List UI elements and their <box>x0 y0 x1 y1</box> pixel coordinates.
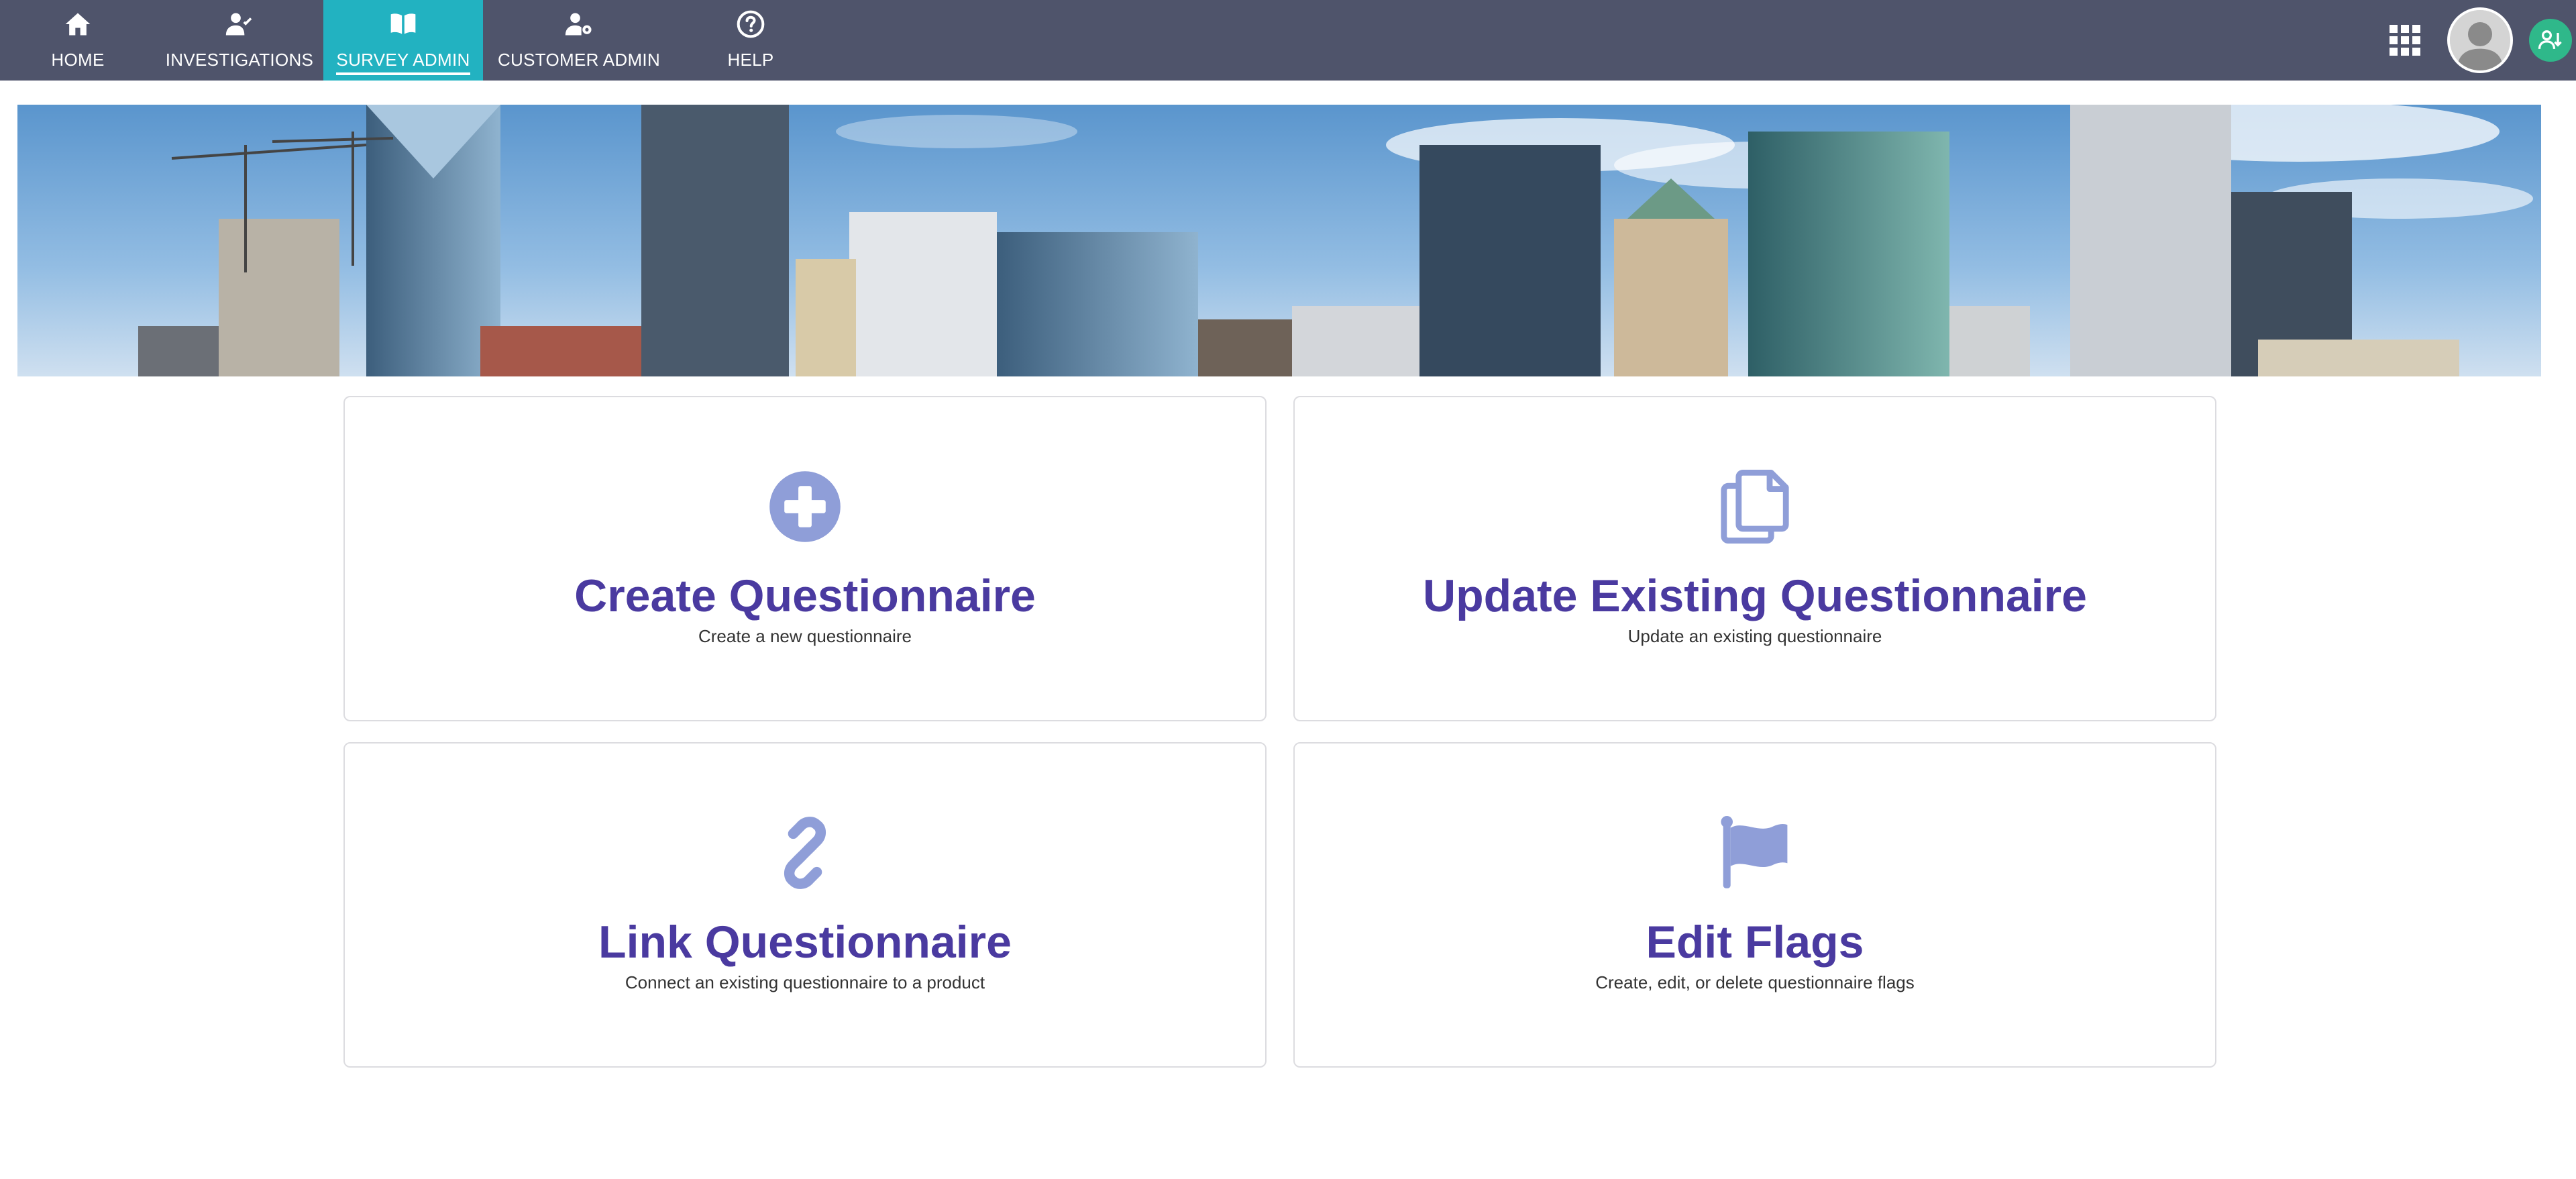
nav-item-help[interactable]: HELP <box>675 0 826 81</box>
link-questionnaire-card[interactable]: Link Questionnaire Connect an existing q… <box>343 742 1267 1068</box>
card-title: Update Existing Questionnaire <box>1423 570 2087 621</box>
city-skyline-banner <box>17 105 2541 376</box>
header-actions <box>2390 0 2576 81</box>
main-nav: HOME INVESTIGATIONS SURVEY ADMIN CUSTOME… <box>0 0 826 81</box>
nav-item-label: CUSTOMER ADMIN <box>497 50 661 70</box>
nav-item-label: SURVEY ADMIN <box>336 50 470 75</box>
admin-actions: Create Questionnaire Create a new questi… <box>343 396 2216 1068</box>
home-icon <box>62 8 94 40</box>
card-subtitle: Create, edit, or delete questionnaire fl… <box>1595 972 1915 992</box>
edit-flags-card[interactable]: Edit Flags Create, edit, or delete quest… <box>1293 742 2216 1068</box>
card-subtitle: Update an existing questionnaire <box>1627 626 1882 646</box>
user-check-icon <box>223 8 256 40</box>
link-icon <box>345 816 1265 890</box>
nav-item-survey-admin[interactable]: SURVEY ADMIN <box>323 0 483 81</box>
nav-item-customer-admin[interactable]: CUSTOMER ADMIN <box>483 0 675 81</box>
card-subtitle: Connect an existing questionnaire to a p… <box>625 972 985 992</box>
nav-item-home[interactable]: HOME <box>0 0 156 81</box>
nav-item-label: HELP <box>727 50 774 70</box>
update-questionnaire-card[interactable]: Update Existing Questionnaire Update an … <box>1293 396 2216 721</box>
grid-icon[interactable] <box>2390 25 2420 56</box>
top-navigation-bar: HOME INVESTIGATIONS SURVEY ADMIN CUSTOME… <box>0 0 2576 81</box>
card-title: Link Questionnaire <box>598 917 1012 968</box>
nav-item-label: HOME <box>51 50 105 70</box>
user-avatar-icon[interactable] <box>2447 7 2513 73</box>
user-gear-icon <box>563 8 595 40</box>
nav-item-investigations[interactable]: INVESTIGATIONS <box>156 0 323 81</box>
card-subtitle: Create a new questionnaire <box>698 626 912 646</box>
card-title: Create Questionnaire <box>574 570 1036 621</box>
flag-icon <box>1295 816 2215 890</box>
copy-icon <box>1295 470 2215 544</box>
user-status-icon[interactable] <box>2529 19 2572 62</box>
nav-item-label: INVESTIGATIONS <box>165 50 314 70</box>
book-open-icon <box>387 8 419 40</box>
card-title: Edit Flags <box>1646 917 1864 968</box>
create-questionnaire-card[interactable]: Create Questionnaire Create a new questi… <box>343 396 1267 721</box>
plus-circle-icon <box>345 470 1265 544</box>
question-circle-icon <box>735 8 767 40</box>
